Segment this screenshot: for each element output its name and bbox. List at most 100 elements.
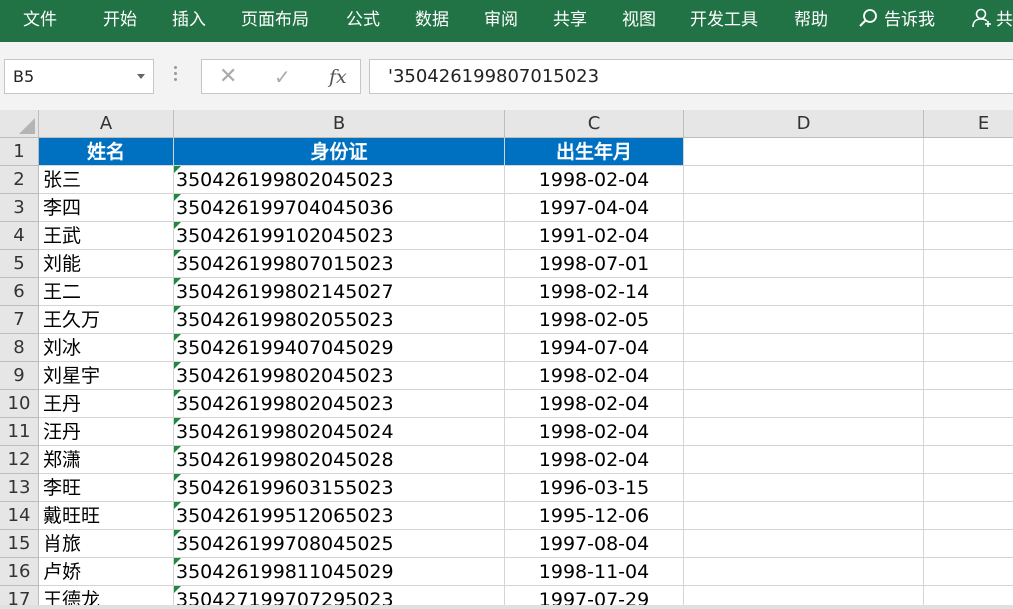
tab-page-layout[interactable]: 页面布局	[241, 0, 309, 42]
birth-date-cell[interactable]: 1998-02-04	[505, 362, 684, 390]
chevron-down-icon[interactable]	[137, 74, 145, 79]
header-cell-birth-date[interactable]: 出生年月	[505, 138, 684, 166]
table-cell[interactable]	[684, 166, 924, 194]
birth-date-cell[interactable]: 1991-02-04	[505, 222, 684, 250]
table-cell[interactable]	[924, 390, 1013, 418]
table-cell[interactable]	[924, 278, 1013, 306]
name-cell[interactable]: 汪丹	[39, 418, 174, 446]
row-header[interactable]: 7	[0, 306, 39, 334]
name-cell[interactable]: 戴旺旺	[39, 502, 174, 530]
birth-date-cell[interactable]: 1994-07-04	[505, 334, 684, 362]
id-cell[interactable]: 350426199603155023	[174, 474, 505, 502]
id-cell[interactable]: 350426199802045023	[174, 362, 505, 390]
id-cell[interactable]: 350426199704045036	[174, 194, 505, 222]
birth-date-cell[interactable]: 1998-02-04	[505, 418, 684, 446]
row-header[interactable]: 11	[0, 418, 39, 446]
table-cell[interactable]	[684, 138, 924, 166]
row-header[interactable]: 2	[0, 166, 39, 194]
name-cell[interactable]: 张三	[39, 166, 174, 194]
table-cell[interactable]	[924, 418, 1013, 446]
table-cell[interactable]	[924, 306, 1013, 334]
table-cell[interactable]	[684, 558, 924, 586]
id-cell[interactable]: 350426199802045023	[174, 390, 505, 418]
tab-file[interactable]: 文件	[23, 0, 57, 42]
table-cell[interactable]	[684, 222, 924, 250]
name-cell[interactable]: 王二	[39, 278, 174, 306]
row-header[interactable]: 15	[0, 530, 39, 558]
name-cell[interactable]: 刘能	[39, 250, 174, 278]
table-cell[interactable]	[924, 334, 1013, 362]
name-cell[interactable]: 刘冰	[39, 334, 174, 362]
tab-data[interactable]: 数据	[415, 0, 449, 42]
table-cell[interactable]	[924, 502, 1013, 530]
birth-date-cell[interactable]: 1996-03-15	[505, 474, 684, 502]
column-header-a[interactable]: A	[39, 110, 174, 138]
table-cell[interactable]	[684, 530, 924, 558]
table-cell[interactable]	[924, 138, 1013, 166]
table-cell[interactable]	[684, 446, 924, 474]
tell-me-button[interactable]: 告诉我	[858, 0, 935, 42]
column-header-b[interactable]: B	[174, 110, 505, 138]
table-cell[interactable]	[684, 502, 924, 530]
tab-insert[interactable]: 插入	[172, 0, 206, 42]
horizontal-scrollbar[interactable]	[0, 605, 1013, 609]
birth-date-cell[interactable]: 1995-12-06	[505, 502, 684, 530]
table-cell[interactable]	[924, 194, 1013, 222]
id-cell[interactable]: 350426199802045028	[174, 446, 505, 474]
table-cell[interactable]	[684, 362, 924, 390]
tab-help[interactable]: 帮助	[794, 0, 828, 42]
table-cell[interactable]	[924, 362, 1013, 390]
birth-date-cell[interactable]: 1998-02-04	[505, 166, 684, 194]
id-cell[interactable]: 350426199512065023	[174, 502, 505, 530]
select-all-corner[interactable]	[0, 110, 39, 138]
grip-dots-icon[interactable]	[174, 66, 178, 86]
column-header-c[interactable]: C	[505, 110, 684, 138]
row-header[interactable]: 13	[0, 474, 39, 502]
table-cell[interactable]	[684, 250, 924, 278]
cancel-icon[interactable]: ✕	[219, 65, 237, 89]
table-cell[interactable]	[684, 278, 924, 306]
row-header[interactable]: 4	[0, 222, 39, 250]
row-header[interactable]: 1	[0, 138, 39, 166]
birth-date-cell[interactable]: 1998-02-14	[505, 278, 684, 306]
birth-date-cell[interactable]: 1997-04-04	[505, 194, 684, 222]
id-cell[interactable]: 350426199802045023	[174, 166, 505, 194]
name-cell[interactable]: 王久万	[39, 306, 174, 334]
row-header[interactable]: 6	[0, 278, 39, 306]
table-cell[interactable]	[684, 306, 924, 334]
row-header[interactable]: 9	[0, 362, 39, 390]
table-cell[interactable]	[924, 474, 1013, 502]
table-cell[interactable]	[924, 166, 1013, 194]
birth-date-cell[interactable]: 1998-07-01	[505, 250, 684, 278]
row-header[interactable]: 3	[0, 194, 39, 222]
id-cell[interactable]: 350426199811045029	[174, 558, 505, 586]
table-cell[interactable]	[684, 334, 924, 362]
row-header[interactable]: 12	[0, 446, 39, 474]
birth-date-cell[interactable]: 1998-11-04	[505, 558, 684, 586]
row-header[interactable]: 8	[0, 334, 39, 362]
name-cell[interactable]: 肖旅	[39, 530, 174, 558]
table-cell[interactable]	[684, 194, 924, 222]
table-cell[interactable]	[924, 558, 1013, 586]
id-cell[interactable]: 350426199102045023	[174, 222, 505, 250]
row-header[interactable]: 16	[0, 558, 39, 586]
tab-view[interactable]: 视图	[622, 0, 656, 42]
share-button[interactable]: 共	[972, 0, 1013, 42]
column-header-d[interactable]: D	[684, 110, 924, 138]
name-cell[interactable]: 王武	[39, 222, 174, 250]
row-header[interactable]: 14	[0, 502, 39, 530]
name-cell[interactable]: 卢娇	[39, 558, 174, 586]
column-header-e[interactable]: E	[924, 110, 1013, 138]
insert-function-icon[interactable]: fx	[329, 63, 347, 91]
id-cell[interactable]: 350426199807015023	[174, 250, 505, 278]
birth-date-cell[interactable]: 1998-02-04	[505, 390, 684, 418]
birth-date-cell[interactable]: 1998-02-05	[505, 306, 684, 334]
header-cell-id[interactable]: 身份证	[174, 138, 505, 166]
tab-formulas[interactable]: 公式	[346, 0, 380, 42]
id-cell[interactable]: 350426199407045029	[174, 334, 505, 362]
header-cell-name[interactable]: 姓名	[39, 138, 174, 166]
name-cell[interactable]: 王丹	[39, 390, 174, 418]
name-cell[interactable]: 刘星宇	[39, 362, 174, 390]
tab-share[interactable]: 共享	[553, 0, 587, 42]
table-cell[interactable]	[924, 250, 1013, 278]
